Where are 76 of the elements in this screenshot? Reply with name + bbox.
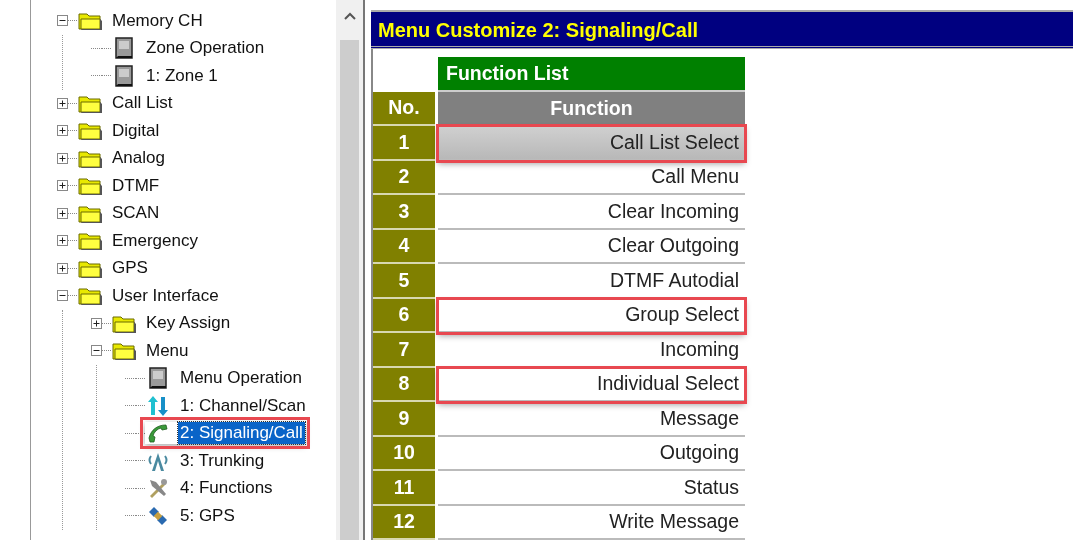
row-number: 1 [373, 126, 435, 161]
row-number: 7 [373, 333, 435, 368]
row-number: 6 [373, 298, 435, 333]
tree-item[interactable]: User Interface [110, 284, 221, 307]
function-cell[interactable]: Individual Select [438, 367, 745, 402]
tree-item[interactable]: Zone Operation [144, 37, 267, 60]
row-number: 10 [373, 436, 435, 471]
group-header: Function List [438, 57, 745, 92]
tree-item[interactable]: Memory CH [110, 9, 205, 32]
tree-item[interactable]: Analog [110, 147, 167, 170]
tree-item[interactable]: DTMF [110, 174, 162, 197]
row-number: 8 [373, 367, 435, 402]
folder-icon [77, 286, 102, 306]
tree-item[interactable]: Menu [144, 339, 191, 362]
folder-icon [77, 11, 102, 31]
tree-item[interactable]: Key Assign [144, 312, 233, 335]
row-number: 9 [373, 402, 435, 437]
document-icon [146, 367, 169, 390]
tree-item[interactable]: 4: Functions [178, 477, 275, 500]
folder-icon [77, 121, 102, 141]
up-down-arrows-icon [146, 394, 169, 417]
function-cell[interactable]: Group Select [438, 298, 745, 333]
row-number: 11 [373, 471, 435, 506]
function-cell[interactable]: Write Message [438, 505, 745, 540]
function-cell[interactable]: Call Menu [438, 160, 745, 195]
phone-icon [146, 422, 169, 445]
tree-item[interactable]: GPS [110, 257, 150, 280]
tree-item[interactable]: Emergency [110, 229, 200, 252]
function-cell[interactable]: Clear Outgoing [438, 229, 745, 264]
row-number: 3 [373, 195, 435, 230]
function-cell[interactable]: Status [438, 471, 745, 506]
tree-item[interactable]: 1: Zone 1 [144, 64, 220, 87]
expand-icon[interactable] [57, 97, 68, 109]
collapse-icon[interactable] [57, 290, 68, 302]
expand-icon[interactable] [57, 180, 68, 192]
row-number: 2 [373, 160, 435, 195]
collapse-icon[interactable] [91, 345, 102, 357]
document-icon [112, 64, 135, 87]
tree-item[interactable]: 3: Trunking [178, 449, 267, 472]
tree-item[interactable]: SCAN [110, 202, 162, 225]
tree-item[interactable]: 1: Channel/Scan [178, 394, 308, 417]
folder-icon [77, 93, 102, 113]
scroll-thumb[interactable] [340, 40, 359, 540]
folder-icon [77, 203, 102, 223]
expand-icon[interactable] [57, 235, 68, 247]
document-icon [112, 37, 135, 60]
folder-icon [77, 258, 102, 278]
tree-item[interactable]: 2: Signaling/Call [178, 422, 305, 445]
expand-icon[interactable] [91, 317, 102, 329]
column-header: No. [373, 91, 435, 126]
expand-icon[interactable] [57, 262, 68, 274]
panel-title: Menu Customize 2: Signaling/Call [371, 10, 1073, 49]
tree-item[interactable]: 5: GPS [178, 504, 237, 527]
row-number: 5 [373, 264, 435, 299]
function-cell[interactable]: DTMF Autodial [438, 264, 745, 299]
scroll-up-icon[interactable] [343, 12, 356, 20]
expand-icon[interactable] [57, 152, 68, 164]
expand-icon[interactable] [57, 207, 68, 219]
folder-icon [77, 148, 102, 168]
folder-icon [77, 231, 102, 251]
tree-item[interactable]: Menu Operation [178, 367, 304, 390]
function-cell[interactable]: Clear Incoming [438, 195, 745, 230]
expand-icon[interactable] [57, 125, 68, 137]
folder-icon [111, 313, 136, 333]
tree-item[interactable]: Digital [110, 119, 162, 142]
function-cell[interactable]: Message [438, 402, 745, 437]
function-cell[interactable]: Call List Select [438, 126, 745, 161]
folder-icon [77, 176, 102, 196]
row-number: 12 [373, 505, 435, 540]
collapse-icon[interactable] [57, 15, 68, 27]
scrollbar[interactable] [336, 0, 363, 540]
row-number: 4 [373, 229, 435, 264]
folder-icon [111, 341, 136, 361]
function-cell[interactable]: Outgoing [438, 436, 745, 471]
function-cell[interactable]: Incoming [438, 333, 745, 368]
tree-item[interactable]: Call List [110, 92, 175, 115]
